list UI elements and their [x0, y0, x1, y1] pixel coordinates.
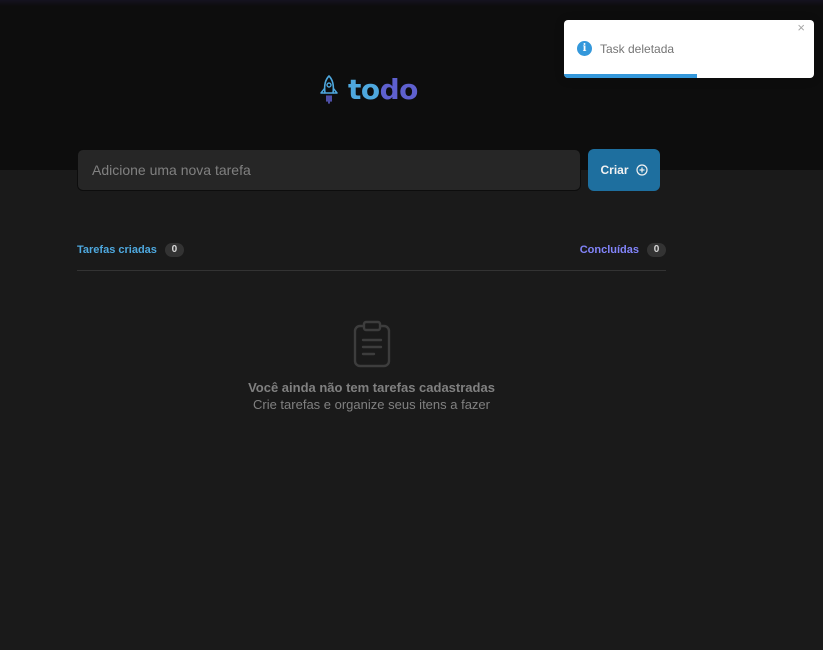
toast-progress-bar	[564, 74, 697, 78]
toast-notification[interactable]: i Task deletada ×	[564, 20, 814, 78]
info-icon: i	[577, 41, 592, 56]
completed-tasks-label: Concluídas	[579, 244, 639, 256]
created-tasks-counter: Tarefas criadas 0	[77, 240, 184, 260]
new-task-input[interactable]	[77, 149, 581, 191]
created-tasks-badge: 0	[164, 243, 184, 257]
list-divider	[77, 270, 666, 271]
toast-message: Task deletada	[600, 42, 675, 56]
logo-text: todo	[348, 74, 418, 106]
created-tasks-label: Tarefas criadas	[77, 244, 157, 256]
clipboard-icon	[352, 320, 392, 370]
empty-state-subtitle: Crie tarefas e organize seus itens a faz…	[252, 397, 490, 412]
empty-state-title: Você ainda não tem tarefas cadastradas	[248, 380, 495, 395]
empty-state: Você ainda não tem tarefas cadastradas C…	[77, 320, 666, 414]
close-icon[interactable]: ×	[797, 20, 805, 36]
create-button[interactable]: Criar	[588, 149, 660, 191]
plus-circle-icon	[635, 164, 648, 176]
rocket-icon	[318, 74, 340, 106]
completed-tasks-badge: 0	[647, 243, 666, 257]
create-button-label: Criar	[600, 163, 629, 177]
header-top-strip	[0, 0, 823, 6]
logo-text-to: to	[348, 73, 380, 106]
logo-text-do: do	[379, 73, 419, 106]
task-counters: Tarefas criadas 0 Concluídas 0	[77, 240, 666, 260]
logo: todo	[318, 74, 418, 106]
completed-tasks-counter: Concluídas 0	[580, 240, 666, 260]
